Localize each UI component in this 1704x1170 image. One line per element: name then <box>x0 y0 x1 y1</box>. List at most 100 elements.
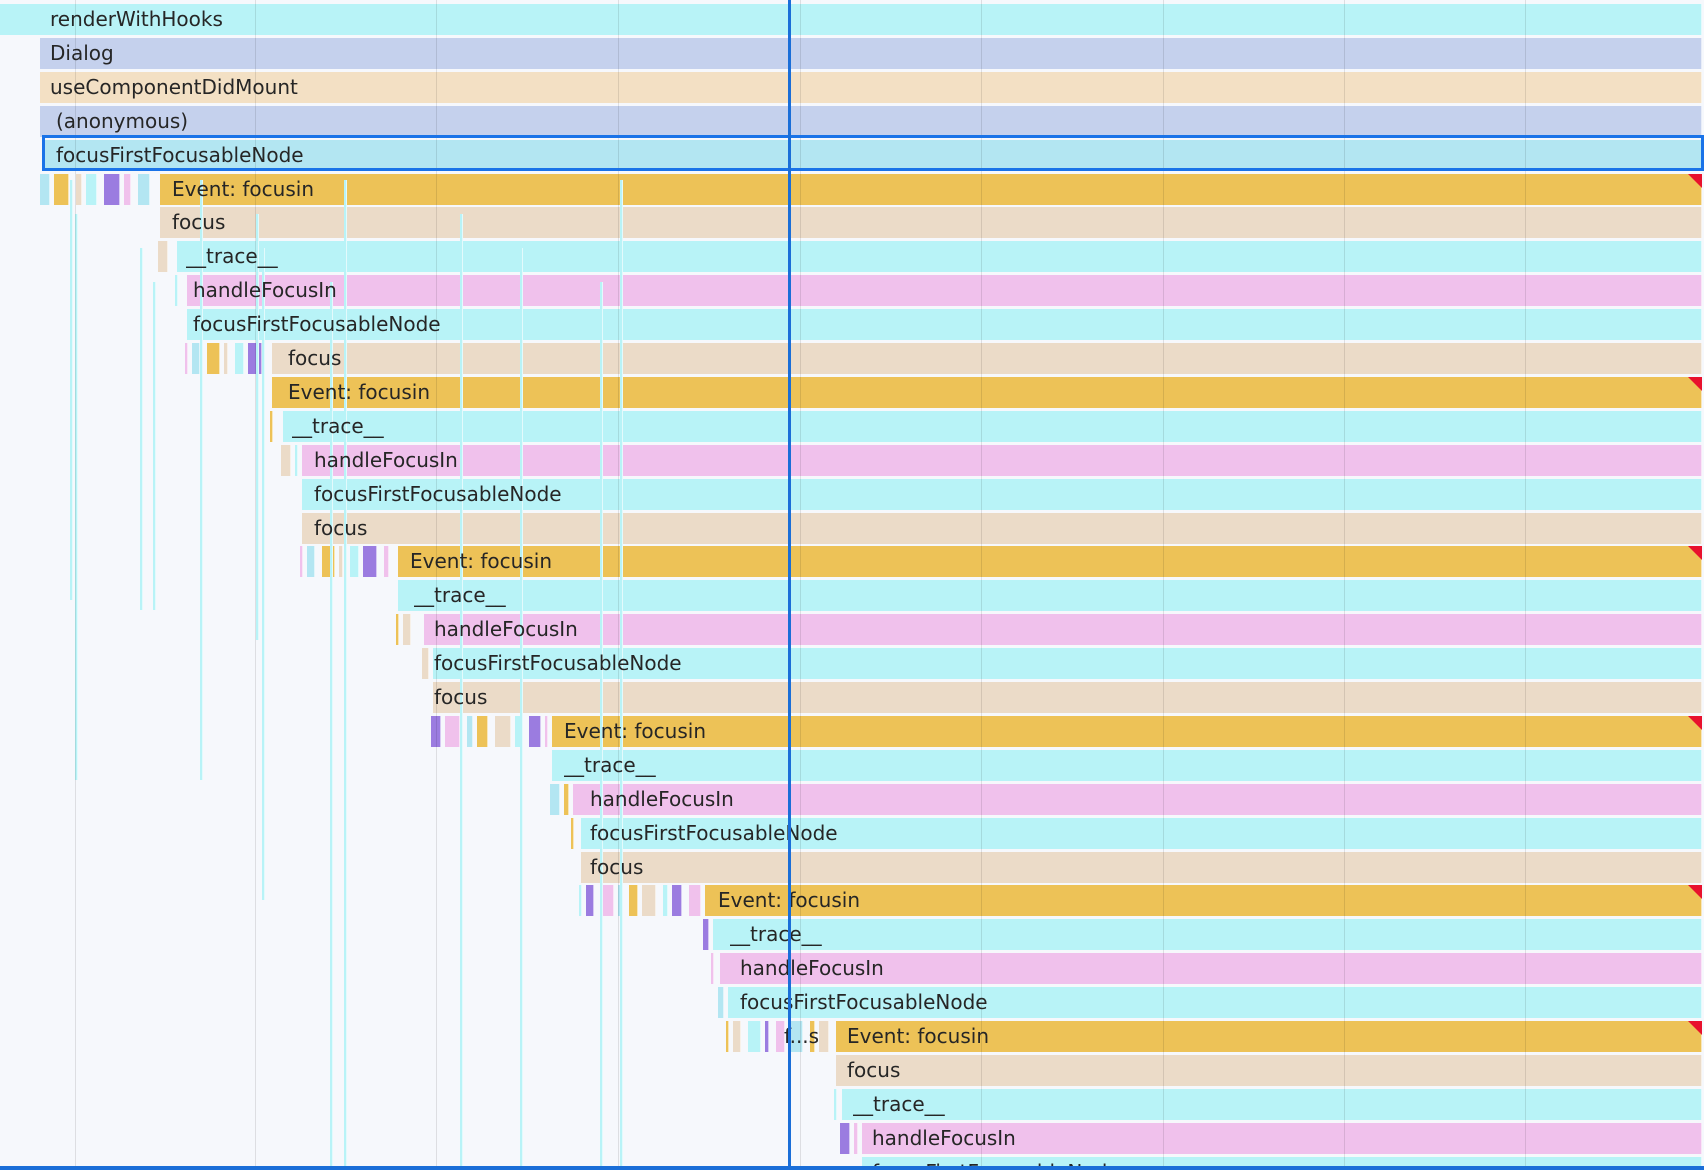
flame-sliver[interactable] <box>140 248 143 610</box>
flame-sliver[interactable] <box>307 546 315 577</box>
flame-chart[interactable]: renderWithHooks Dialog useComponentDidMoun… <box>0 0 1704 1170</box>
flame-sliver[interactable] <box>281 445 291 476</box>
flame-sliver[interactable] <box>672 885 682 916</box>
flame-bar-label: __trace__ <box>564 753 656 777</box>
flame-sliver[interactable] <box>262 248 265 900</box>
time-cursor-line[interactable] <box>788 0 791 1170</box>
flame-bar[interactable] <box>302 445 1702 476</box>
flame-bar-label: Event: focusin <box>410 549 552 573</box>
flame-bar-label: handleFocusIn <box>193 278 337 302</box>
flame-sliver[interactable] <box>185 343 188 374</box>
flame-sliver[interactable] <box>445 716 460 747</box>
flame-bar[interactable] <box>187 275 1702 306</box>
flame-bar[interactable] <box>283 411 1702 442</box>
flame-sliver[interactable] <box>703 919 709 950</box>
flame-sliver[interactable] <box>748 1021 761 1052</box>
flame-sliver[interactable] <box>765 1021 769 1052</box>
flame-sliver[interactable] <box>270 411 273 442</box>
flame-bar[interactable] <box>160 174 1702 205</box>
flame-sliver[interactable] <box>718 987 724 1018</box>
flame-sliver[interactable] <box>663 885 668 916</box>
flame-sliver[interactable] <box>300 546 303 577</box>
flame-sliver[interactable] <box>86 174 97 205</box>
flame-sliver[interactable] <box>545 716 548 747</box>
flame-sliver[interactable] <box>520 248 523 1170</box>
flame-sliver[interactable] <box>363 546 377 577</box>
flame-sliver[interactable] <box>396 614 399 645</box>
flame-bar-label: focusFirstFocusableNode <box>740 990 988 1014</box>
flame-sliver[interactable] <box>840 1123 850 1154</box>
flame-bar-label: focusFirstFocusableNode <box>314 482 562 506</box>
time-gridline <box>1344 0 1345 1170</box>
warning-marker <box>1688 546 1702 560</box>
flame-bar-label: handleFocusIn <box>872 1126 1016 1150</box>
flame-sliver[interactable] <box>711 953 714 984</box>
flame-bar[interactable] <box>272 343 1702 374</box>
flame-bar[interactable] <box>398 580 1702 611</box>
flame-sliver[interactable] <box>158 241 168 272</box>
flame-sliver[interactable] <box>322 546 335 577</box>
flame-sliver[interactable] <box>733 1021 741 1052</box>
flame-sliver[interactable] <box>529 716 541 747</box>
flame-sliver[interactable] <box>477 716 488 747</box>
flame-bar[interactable] <box>177 241 1702 272</box>
flame-bar[interactable] <box>433 682 1702 713</box>
flame-bar[interactable] <box>424 614 1702 645</box>
flame-sliver[interactable] <box>586 885 594 916</box>
flame-sliver[interactable] <box>403 614 411 645</box>
time-gridline <box>1163 0 1164 1170</box>
flame-sliver[interactable] <box>70 180 73 600</box>
flame-bar[interactable] <box>398 546 1702 577</box>
flame-sliver[interactable] <box>175 275 178 306</box>
flame-sliver[interactable] <box>819 1021 829 1052</box>
flame-bar-label: focus <box>434 685 488 709</box>
flame-sliver[interactable] <box>495 716 511 747</box>
flame-bar[interactable] <box>552 750 1702 781</box>
flame-bar[interactable] <box>713 919 1702 950</box>
flame-bar-label: Dialog <box>50 41 114 65</box>
flame-sliver[interactable] <box>467 716 473 747</box>
flame-bar[interactable] <box>842 1089 1702 1120</box>
warning-marker <box>1688 377 1702 391</box>
flame-sliver[interactable] <box>104 174 120 205</box>
flame-bar[interactable] <box>581 852 1702 883</box>
flame-sliver[interactable] <box>54 174 69 205</box>
flame-sliver[interactable] <box>579 885 582 916</box>
flame-sliver[interactable] <box>689 885 701 916</box>
flame-sliver[interactable] <box>726 1021 729 1052</box>
flame-sliver[interactable] <box>295 445 298 476</box>
flame-bar-label: Event: focusin <box>847 1024 989 1048</box>
flame-bar[interactable] <box>160 207 1702 238</box>
flame-sliver[interactable] <box>138 174 150 205</box>
flame-sliver[interactable] <box>564 784 569 815</box>
flame-sliver[interactable] <box>384 546 389 577</box>
flame-bar[interactable] <box>552 716 1702 747</box>
flame-bar[interactable] <box>573 784 1702 815</box>
flame-sliver[interactable] <box>76 174 82 205</box>
flame-sliver[interactable] <box>571 818 574 849</box>
flame-bar[interactable] <box>40 38 1702 69</box>
flame-bar[interactable] <box>272 377 1702 408</box>
flame-sliver[interactable] <box>224 343 228 374</box>
flame-bar-label: focus <box>590 855 644 879</box>
flame-bar[interactable] <box>302 513 1702 544</box>
flame-bar-label: useComponentDidMount <box>50 75 298 99</box>
flame-sliver[interactable] <box>124 174 131 205</box>
flame-sliver[interactable] <box>40 174 50 205</box>
flame-sliver[interactable] <box>854 1123 858 1154</box>
flame-bar-label: Event: focusin <box>172 177 314 201</box>
flame-sliver[interactable] <box>207 343 220 374</box>
flame-sliver[interactable] <box>550 784 560 815</box>
flame-bar-label: focusFirstFocusableNode <box>590 821 838 845</box>
flame-sliver[interactable] <box>422 648 429 679</box>
flame-sliver[interactable] <box>642 885 656 916</box>
flame-sliver[interactable] <box>339 546 343 577</box>
flame-sliver[interactable] <box>629 885 638 916</box>
flame-sliver[interactable] <box>153 282 156 610</box>
flame-sliver[interactable] <box>350 546 359 577</box>
flame-bar[interactable] <box>836 1055 1702 1086</box>
flame-sliver[interactable] <box>235 343 244 374</box>
flame-sliver[interactable] <box>834 1089 837 1120</box>
flame-bar[interactable] <box>40 106 1702 137</box>
flame-sliver[interactable] <box>192 343 200 374</box>
